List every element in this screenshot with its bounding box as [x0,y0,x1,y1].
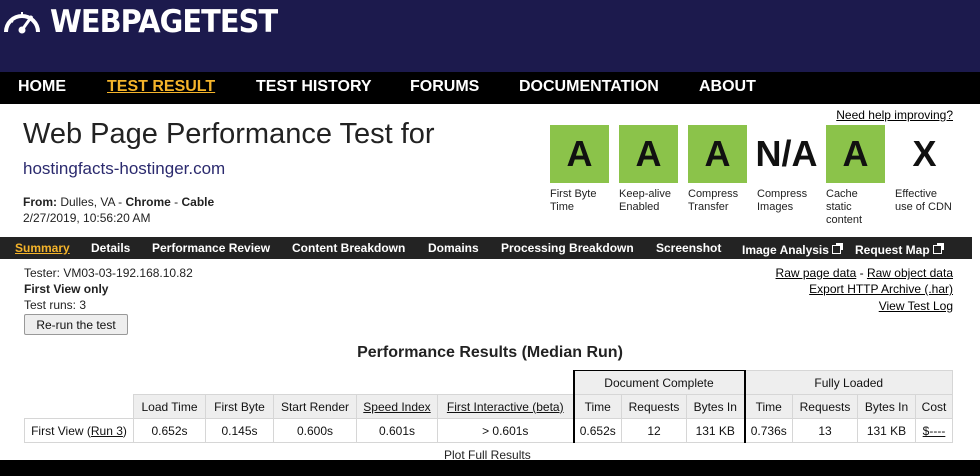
header-speed-index[interactable]: Speed Index [356,394,438,419]
row-label-end: ) [122,423,127,438]
group-fully-loaded: Fully Loaded [743,370,953,395]
header-first-byte: First Byte [205,394,274,419]
links-separator: - [856,266,867,280]
header-doc-requests: Requests [621,394,687,419]
speedometer-icon [4,12,40,34]
from-label: From: [23,195,57,209]
grade-label-cache-static: Cache static content [826,188,863,226]
grade-label-cdn: Effective use of CDN [895,188,952,213]
cell-doc-requests: 12 [621,418,687,443]
cell-doc-time: 0.652s [572,418,622,443]
header-load-time: Load Time [133,394,206,419]
tab-domains[interactable]: Domains [428,241,479,255]
cell-full-requests: 13 [792,418,858,443]
raw-object-data-link[interactable]: Raw object data [867,266,953,280]
logo-text: WEBPAGETEST [50,4,278,40]
first-view-only: First View only [24,282,109,296]
header-start-render: Start Render [273,394,357,419]
header-full-time: Time [743,394,793,419]
nav-home[interactable]: HOME [18,78,66,96]
main-content: Web Page Performance Test for hostingfac… [0,104,980,462]
site-header: WEBPAGETEST HOME TEST RESULT TEST HISTOR… [0,0,980,104]
grade-label-first-byte: First Byte Time [550,188,597,213]
header-full-bytes: Bytes In [857,394,916,419]
header-full-requests: Requests [792,394,858,419]
tab-content-breakdown[interactable]: Content Breakdown [292,241,405,255]
row-label-text: First View ( [31,423,91,438]
page-title: Web Page Performance Test for [23,118,435,150]
header-first-interactive[interactable]: First Interactive (beta) [437,394,574,419]
view-test-log-label[interactable]: View Test Log [879,299,953,313]
header-doc-bytes: Bytes In [686,394,745,419]
from-connection: Cable [181,195,215,209]
from-browser: Chrome [125,195,171,209]
nav-test-result[interactable]: TEST RESULT [107,78,215,96]
nav-forums[interactable]: FORUMS [410,78,479,96]
grade-keep-alive[interactable]: A [619,125,678,183]
grade-cdn[interactable]: X [895,125,954,183]
bottom-bar [0,460,980,476]
cell-cost-link[interactable]: $---- [915,418,953,443]
blank-cell [24,370,574,395]
grade-label-compress-images: Compress Images [757,188,808,213]
cell-speed-index: 0.601s [356,418,438,443]
logo[interactable]: WEBPAGETEST [0,2,294,42]
table-header-row: Load Time First Byte Start Render Speed … [24,394,953,419]
results-subnav: Summary Details Performance Review Conte… [0,237,972,259]
rerun-test-button[interactable]: Re-run the test [24,314,128,335]
export-har-link[interactable]: Export HTTP Archive (.har) [809,282,953,296]
table-row: First View (Run 3) 0.652s 0.145s 0.600s … [24,418,953,443]
grade-label-keep-alive: Keep-alive Enabled [619,188,671,213]
grade-first-byte[interactable]: A [550,125,609,183]
cell-start-render: 0.600s [273,418,357,443]
external-link-icon [831,243,843,254]
nav-test-history[interactable]: TEST HISTORY [256,78,372,96]
grade-compress-transfer[interactable]: A [688,125,747,183]
tab-screenshot[interactable]: Screenshot [656,241,721,255]
tab-request-map[interactable]: Request Map [855,241,944,259]
tab-image-analysis[interactable]: Image Analysis [742,241,843,259]
tester-info: Tester: VM03-03-192.168.10.82 [24,266,193,280]
row-label-first-view: First View (Run 3) [24,418,134,443]
cell-first-byte: 0.145s [205,418,274,443]
tab-details[interactable]: Details [91,241,130,255]
grade-label-compress-transfer: Compress Transfer [688,188,739,213]
external-link-icon [932,243,944,254]
tab-request-map-label[interactable]: Request Map [855,243,930,257]
cell-full-bytes: 131 KB [857,418,916,443]
tab-processing-breakdown[interactable]: Processing Breakdown [501,241,634,255]
header-cost: Cost [915,394,953,419]
tab-summary[interactable]: Summary [15,241,70,255]
tab-performance-review[interactable]: Performance Review [152,241,270,255]
results-title: Performance Results (Median Run) [357,344,623,361]
blank-cell [24,394,134,419]
grade-cache-static[interactable]: A [826,125,885,183]
cell-doc-bytes: 131 KB [686,418,745,443]
nav-documentation[interactable]: DOCUMENTATION [519,78,659,96]
tested-url[interactable]: hostingfacts-hostinger.com [23,159,225,179]
export-har-label[interactable]: Export HTTP Archive (.har) [809,282,953,296]
from-separator: - [170,195,182,209]
cell-load-time: 0.652s [133,418,206,443]
results-table: Document Complete Fully Loaded Load Time… [24,370,953,443]
header-doc-time: Time [572,394,622,419]
grade-compress-images[interactable]: N/A [756,125,818,183]
cell-full-time: 0.736s [743,418,793,443]
raw-page-data-link[interactable]: Raw page data [776,266,857,280]
test-location: From: Dulles, VA - Chrome - Cable [23,195,214,209]
view-test-log-link[interactable]: View Test Log [879,299,953,313]
group-document-complete: Document Complete [572,370,745,395]
test-date: 2/27/2019, 10:56:20 AM [23,211,151,225]
test-runs: Test runs: 3 [24,298,87,312]
help-improving-link[interactable]: Need help improving? [836,108,953,122]
cell-first-interactive: > 0.601s [437,418,574,443]
from-separator: - [114,195,126,209]
nav-about[interactable]: ABOUT [699,78,756,96]
from-location: Dulles, VA [60,195,115,209]
tab-image-analysis-label[interactable]: Image Analysis [742,243,829,257]
table-group-row: Document Complete Fully Loaded [24,370,953,395]
run-3-link[interactable]: Run 3 [91,424,123,438]
raw-data-links: Raw page data - Raw object data [776,266,953,280]
main-nav: HOME TEST RESULT TEST HISTORY FORUMS DOC… [0,72,980,104]
